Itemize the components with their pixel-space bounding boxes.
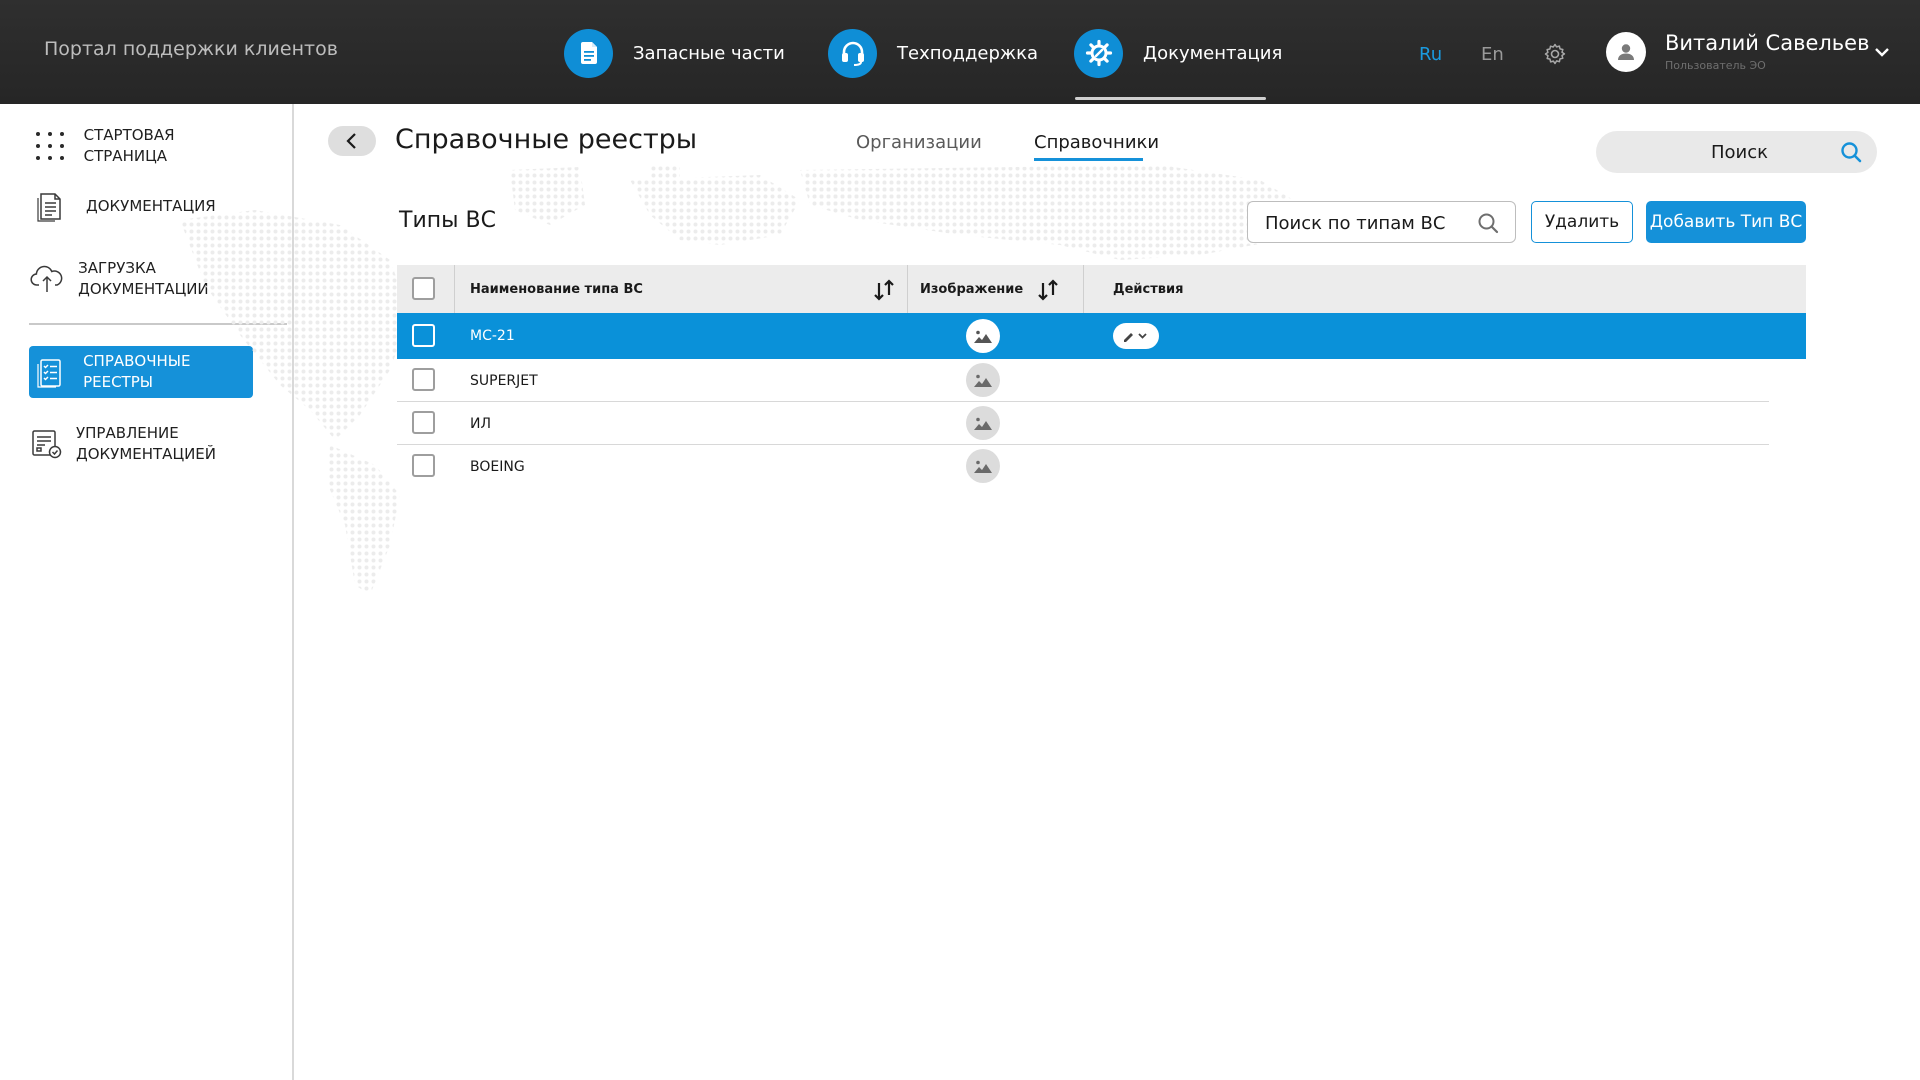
active-tab-indicator [1034,158,1143,161]
chevron-left-icon [346,133,356,149]
row-checkbox[interactable] [412,324,435,347]
sidebar-item-start-page[interactable]: Стартовая страница [29,124,253,168]
headset-icon [828,28,877,78]
aircraft-type-name: МС-21 [470,328,515,344]
delete-button[interactable]: Удалить [1531,201,1633,243]
image-placeholder-icon[interactable] [966,363,1000,397]
search-icon[interactable] [1839,140,1863,164]
aircraft-types-table: Наименование типа ВС Изображение Действи… [397,265,1806,488]
lang-ru-toggle[interactable]: Ru [1419,44,1442,65]
sidebar-item-label: Стартовая страница [83,126,175,165]
portal-title: Портал поддержки клиентов [44,38,338,60]
table-header: Наименование типа ВС Изображение Действи… [397,265,1806,313]
add-aircraft-type-button[interactable]: Добавить Тип ВС [1646,201,1806,243]
top-bar: Портал поддержки клиентов Запасные части… [0,0,1920,104]
column-divider [1083,265,1084,313]
column-header-image: Изображение [920,281,1024,297]
row-actions-dropdown[interactable] [1113,323,1159,349]
checklist-icon [29,352,70,392]
tab-references[interactable]: Справочники [1034,132,1159,153]
table-row[interactable]: ИЛ [397,402,1769,445]
section-title: Типы ВС [399,208,496,233]
tab-organizations[interactable]: Организации [856,132,982,153]
image-placeholder-icon[interactable] [966,406,1000,440]
nav-spare-parts[interactable]: Запасные части [564,28,785,78]
user-role: Пользователь ЭО [1665,59,1766,72]
column-divider [907,265,908,313]
sort-icon[interactable] [870,277,898,303]
search-icon[interactable] [1476,211,1500,235]
table-row[interactable]: BOEING [397,445,1769,488]
back-button[interactable] [328,126,376,156]
document-list-icon [29,186,73,226]
row-checkbox[interactable] [412,411,435,434]
column-header-name: Наименование типа ВС [470,281,643,297]
grid-dots-icon [29,126,71,166]
edit-icon [1124,333,1133,342]
document-settings-icon [29,424,63,464]
lang-en-toggle[interactable]: En [1481,44,1504,65]
avatar[interactable] [1606,32,1646,72]
active-nav-indicator [1075,97,1266,100]
type-search-placeholder: Поиск по типам ВС [1265,213,1446,234]
column-divider [454,265,455,313]
row-checkbox[interactable] [412,454,435,477]
table-row[interactable]: МС-21 [397,313,1806,359]
gear-wrench-icon [1074,28,1123,78]
nav-label: Техподдержка [897,42,1039,64]
image-placeholder-icon[interactable] [966,319,1000,353]
cloud-upload-icon [29,259,65,299]
aircraft-type-name: BOEING [470,459,525,475]
row-checkbox[interactable] [412,368,435,391]
page-title: Справочные реестры [395,124,698,155]
nav-tech-support[interactable]: Техподдержка [828,28,1038,78]
aircraft-type-name: SUPERJET [470,373,538,389]
nav-label: Документация [1143,42,1283,64]
image-placeholder-icon[interactable] [966,449,1000,483]
global-search-placeholder: Поиск [1711,142,1769,163]
chevron-down-icon[interactable] [1874,44,1890,60]
settings-gear-icon[interactable] [1543,42,1567,66]
select-all-checkbox[interactable] [412,277,435,300]
global-search-input[interactable]: Поиск [1596,131,1877,173]
type-search-input[interactable]: Поиск по типам ВС [1247,201,1516,243]
nav-documentation[interactable]: Документация [1074,28,1282,78]
document-icon [564,28,613,78]
column-header-actions: Действия [1113,281,1184,297]
aircraft-type-name: ИЛ [470,416,491,432]
nav-label: Запасные части [633,42,785,64]
table-row[interactable]: SUPERJET [397,359,1769,402]
sort-icon[interactable] [1034,277,1062,303]
user-name[interactable]: Виталий Савельев [1665,31,1869,55]
user-icon [1618,44,1634,60]
